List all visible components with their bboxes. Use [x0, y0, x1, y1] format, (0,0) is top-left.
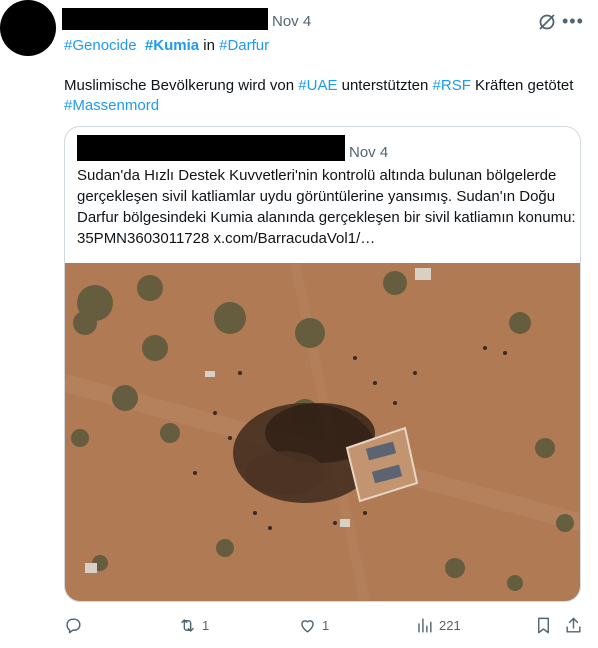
- repost-count: 1: [202, 618, 210, 633]
- quoted-post-time[interactable]: Nov 4: [349, 144, 388, 161]
- grok-icon[interactable]: [537, 12, 557, 32]
- heart-icon: [301, 620, 314, 633]
- reply-icon: [66, 618, 81, 634]
- hashtag-link[interactable]: #RSF: [433, 77, 471, 94]
- quoted-post-text: Sudan'da Hızlı Destek Kuvvetleri'nin kon…: [77, 167, 576, 247]
- post-time[interactable]: Nov 4: [272, 13, 311, 30]
- hashtag-link[interactable]: #UAE: [298, 77, 337, 94]
- redacted-quoted-author: [77, 135, 345, 161]
- hashtag-link[interactable]: #Darfur: [219, 37, 269, 54]
- repost-icon: [181, 619, 194, 632]
- like-button[interactable]: 1: [298, 616, 329, 635]
- views-button[interactable]: 221: [415, 616, 461, 635]
- post-body: Muslimische Bevölkerung wird von #UAE un…: [64, 76, 584, 116]
- hashtag-link[interactable]: #Genocide: [64, 37, 137, 54]
- views-icon: [418, 618, 432, 633]
- hashtag-link[interactable]: #Massenmord: [64, 97, 159, 114]
- share-icon: [566, 617, 581, 633]
- bookmark-icon: [538, 617, 549, 634]
- hashtag-line: #Genocide #Kumia in #Darfur: [64, 37, 269, 54]
- share-button[interactable]: [564, 616, 583, 635]
- satellite-photo[interactable]: [65, 263, 581, 602]
- repost-button[interactable]: 1: [178, 616, 209, 635]
- hashtag-link[interactable]: #Kumia: [145, 37, 199, 54]
- body-text: Kräften getötet: [470, 77, 574, 94]
- body-text: Muslimische Bevölkerung wird von: [64, 77, 299, 94]
- quoted-post[interactable]: Nov 4 Sudan'da Hızlı Destek Kuvvetleri'n…: [64, 126, 581, 602]
- redacted-author-name: [62, 8, 268, 30]
- bookmark-button[interactable]: [534, 616, 553, 635]
- body-text: unterstützten: [337, 77, 433, 94]
- more-options-icon[interactable]: •••: [562, 12, 583, 32]
- views-count: 221: [439, 618, 461, 633]
- avatar[interactable]: [0, 0, 56, 56]
- like-count: 1: [322, 618, 330, 633]
- action-bar: 1 1 221: [0, 616, 598, 640]
- reply-button[interactable]: [64, 616, 83, 635]
- connector-word: in: [203, 37, 215, 54]
